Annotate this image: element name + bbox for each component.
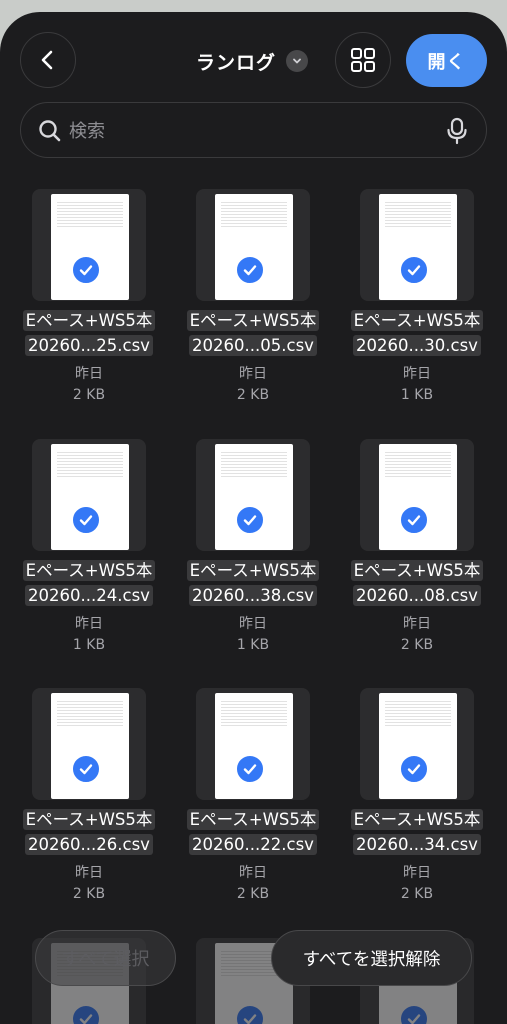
checkmark-icon [235,754,265,784]
file-size: 2 KB [236,387,270,403]
checkmark-icon [235,505,265,535]
checkmark-icon [235,255,265,285]
file-date: 昨日 [75,366,103,382]
file-name: Eペース+WS5本 20260...05.csv [173,308,333,358]
file-picker-sheet: ランログ 開く 検索 Eペース+WS5本 20260...25.csv 昨日 2… [0,12,507,1024]
search-input[interactable] [69,117,429,145]
file-name: Eペース+WS5本 20260...30.csv [337,308,497,358]
file-date: 昨日 [403,366,431,382]
open-button[interactable]: 開く [406,34,487,87]
file-name: Eペース+WS5本 20260...34.csv [337,807,497,857]
checkmark-icon [399,754,429,784]
checkmark-icon [399,505,429,535]
file-date: 昨日 [75,865,103,881]
search-icon [39,120,61,142]
folder-title-menu[interactable]: ランログ [196,46,309,76]
file-date: 昨日 [403,865,431,881]
checkmark-icon [71,754,101,784]
file-date: 昨日 [75,616,103,632]
search-bar[interactable] [20,102,487,158]
file-date: 昨日 [239,616,267,632]
grid-icon [351,48,375,72]
file-name: Eペース+WS5本 20260...24.csv [9,558,169,608]
file-size: 1 KB [236,637,270,653]
microphone-icon[interactable] [445,117,469,145]
deselect-all-button[interactable]: すべてを選択解除 [271,930,472,986]
file-name: Eペース+WS5本 20260...22.csv [173,807,333,857]
file-name: Eペース+WS5本 20260...08.csv [337,558,497,608]
checkmark-icon [399,255,429,285]
folder-title: ランログ [196,51,277,74]
view-toggle-button[interactable] [335,32,391,88]
select-all-button[interactable]: すべて選択 [35,930,176,986]
file-size: 2 KB [72,886,106,902]
file-name: Eペース+WS5本 20260...38.csv [173,558,333,608]
file-size: 1 KB [400,387,434,403]
chevron-down-icon [286,50,309,72]
checkmark-icon [71,255,101,285]
file-size: 2 KB [236,886,270,902]
file-date: 昨日 [403,616,431,632]
file-size: 2 KB [72,387,106,403]
checkmark-icon [71,505,101,535]
file-name: Eペース+WS5本 20260...25.csv [9,308,169,358]
file-name: Eペース+WS5本 20260...26.csv [9,807,169,857]
file-size: 2 KB [400,886,434,902]
file-size: 1 KB [72,637,106,653]
file-date: 昨日 [239,366,267,382]
chevron-left-icon [41,50,53,70]
file-size: 2 KB [400,637,434,653]
file-date: 昨日 [239,865,267,881]
back-button[interactable] [20,32,76,88]
